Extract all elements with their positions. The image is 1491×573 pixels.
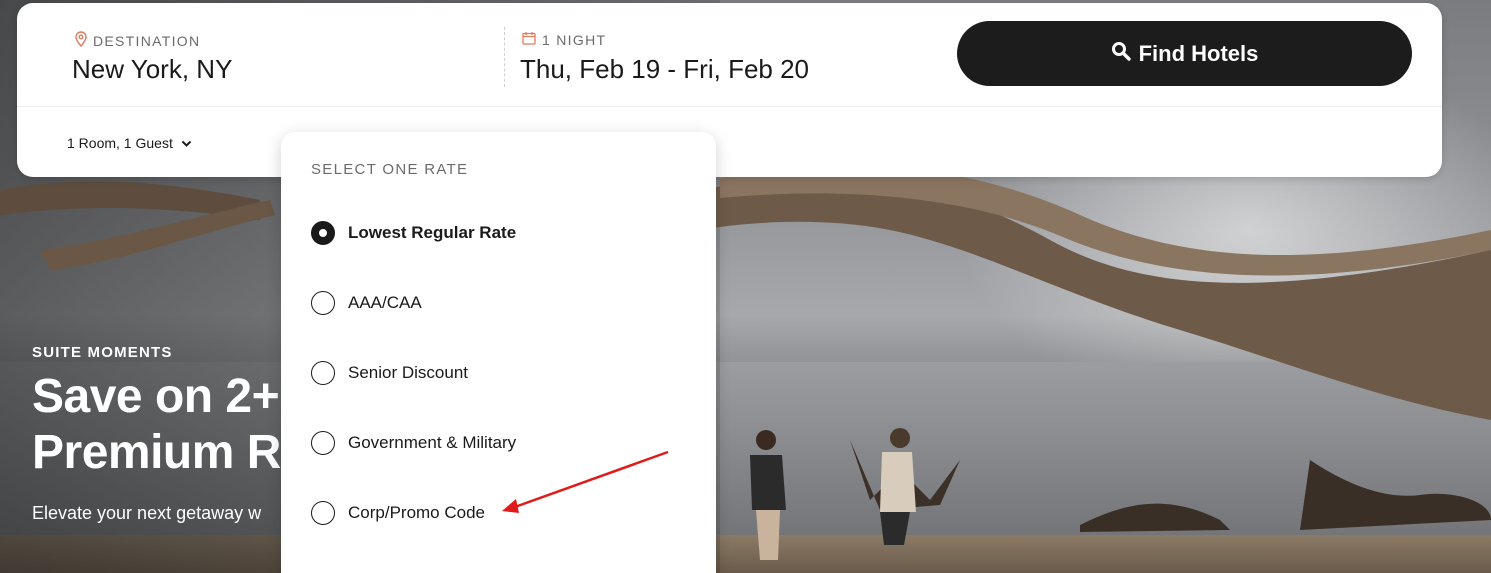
rate-option-label: Corp/Promo Code xyxy=(348,503,486,522)
rate-selection-dropdown: SELECT ONE RATE Lowest Regular Rate AAA/… xyxy=(281,132,716,573)
radio-button[interactable] xyxy=(311,361,335,385)
hero-headline: Save on 2+ Premium R xyxy=(32,369,281,481)
radio-button[interactable] xyxy=(311,501,335,525)
chevron-down-icon xyxy=(181,135,192,151)
hero-copy: SUITE MOMENTS Save on 2+ Premium R Eleva… xyxy=(32,344,281,524)
rate-option-government-military[interactable]: Government & Military xyxy=(311,431,516,455)
hero-headline-line-2: Premium R xyxy=(32,426,281,479)
dates-label: 1 NIGHT xyxy=(522,31,606,48)
hero-eyebrow: SUITE MOMENTS xyxy=(32,344,173,361)
find-hotels-label: Find Hotels xyxy=(1138,40,1259,66)
rate-option-senior-discount[interactable]: Senior Discount xyxy=(311,361,468,385)
rate-panel-title: SELECT ONE RATE xyxy=(311,161,469,178)
rate-option-label: Lowest Regular Rate xyxy=(348,223,517,242)
hotel-search-card: DESTINATION New York, NY 1 NIGHT Thu, Fe… xyxy=(17,3,1442,177)
destination-label-text: DESTINATION xyxy=(93,32,201,49)
hero-headline-line-1: Save on 2+ xyxy=(32,370,280,423)
radio-button[interactable] xyxy=(311,431,335,455)
rate-option-label: Senior Discount xyxy=(348,363,469,382)
radio-button-selected[interactable] xyxy=(311,221,335,245)
rate-option-corp-promo-code[interactable]: Corp/Promo Code xyxy=(311,501,485,525)
calendar-icon xyxy=(522,31,536,48)
find-hotels-button[interactable]: Find Hotels xyxy=(957,21,1412,86)
rooms-guests-label: 1 Room, 1 Guest xyxy=(67,135,173,151)
field-divider xyxy=(504,27,505,87)
location-pin-icon xyxy=(75,31,87,50)
destination-label: DESTINATION xyxy=(75,31,200,50)
search-icon xyxy=(1111,41,1131,67)
search-top-row: DESTINATION New York, NY 1 NIGHT Thu, Fe… xyxy=(17,3,1442,107)
dates-field[interactable]: Thu, Feb 19 - Fri, Feb 20 xyxy=(520,54,809,85)
rate-option-lowest-regular[interactable]: Lowest Regular Rate xyxy=(311,221,516,245)
rate-option-label: AAA/CAA xyxy=(348,293,422,312)
hero-subcopy: Elevate your next getaway w xyxy=(32,503,262,523)
rate-option-label: Government & Military xyxy=(348,433,517,452)
rooms-guests-selector[interactable]: 1 Room, 1 Guest xyxy=(67,135,192,151)
dates-label-text: 1 NIGHT xyxy=(542,31,607,48)
destination-field[interactable]: New York, NY xyxy=(72,54,232,85)
rate-option-aaa-caa[interactable]: AAA/CAA xyxy=(311,291,422,315)
radio-button[interactable] xyxy=(311,291,335,315)
